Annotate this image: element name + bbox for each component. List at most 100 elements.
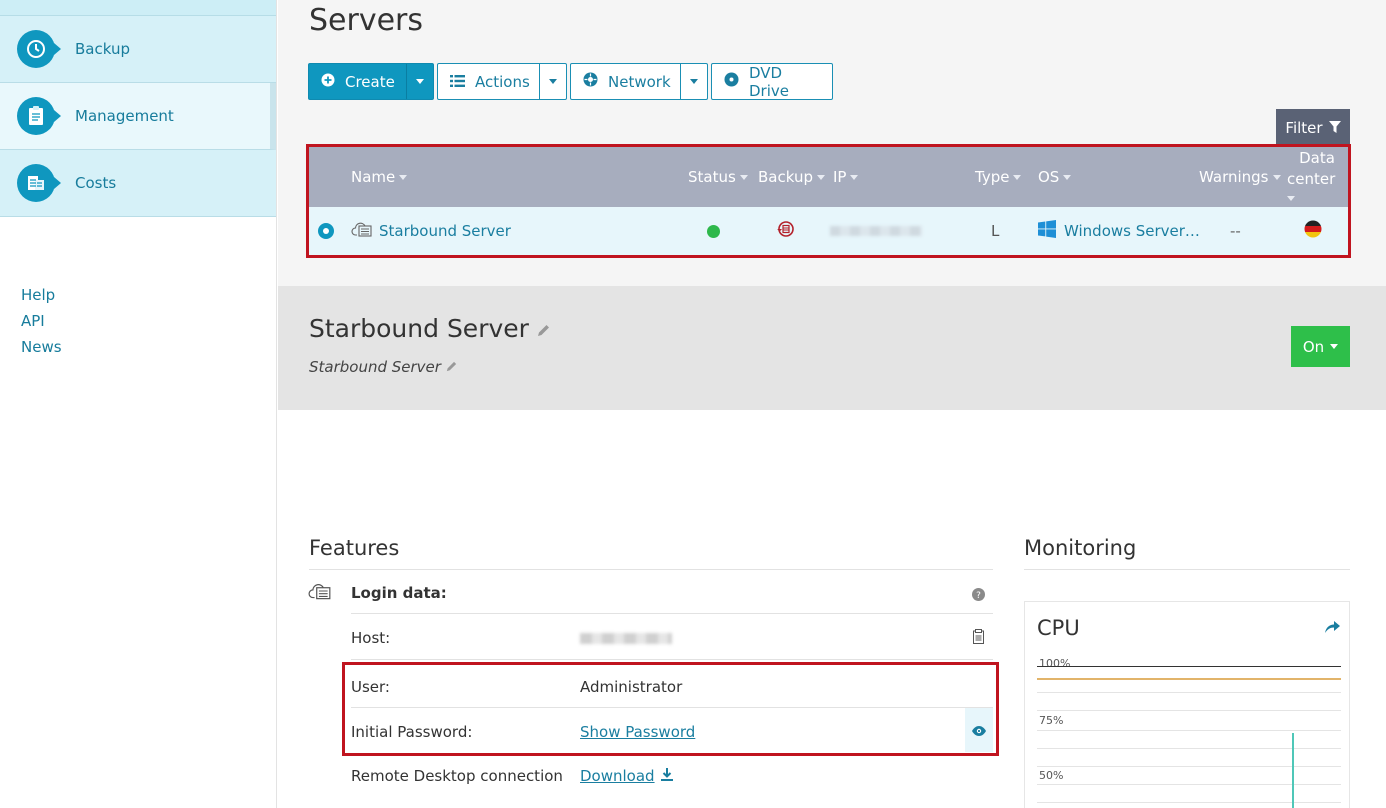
axis-label-50: 50% (1039, 769, 1064, 782)
power-status-label: On (1302, 337, 1325, 356)
gridline (1037, 692, 1341, 693)
power-status-button[interactable]: On (1291, 326, 1350, 367)
sidebar-item-label: Backup (75, 40, 130, 58)
chevron-down-icon (1330, 344, 1339, 349)
actions-button[interactable]: Actions (438, 64, 539, 99)
filter-button[interactable]: Filter (1276, 109, 1350, 146)
network-dropdown-toggle[interactable] (680, 64, 707, 99)
table-header: Name Status Backup IP Type OS Warnings D… (309, 147, 1348, 207)
rdp-download: Download (580, 767, 673, 785)
sort-caret-icon (739, 174, 748, 180)
column-header-datacenter[interactable]: Data center (1287, 147, 1347, 207)
list-icon (450, 73, 465, 91)
plus-circle-icon (321, 73, 335, 91)
sort-caret-icon (1013, 174, 1022, 180)
sidebar: Backup Management Costs Help API News (0, 0, 277, 808)
axis-label-100: 100% (1039, 657, 1071, 670)
datacenter-cell (1304, 207, 1322, 255)
column-header-warnings[interactable]: Warnings (1199, 147, 1281, 207)
column-header-status[interactable]: Status (688, 147, 748, 207)
edit-pencil-icon[interactable] (446, 358, 457, 376)
main-content: Servers Create Actions Network DVD Drive… (278, 0, 1386, 808)
page-title: Servers (309, 3, 424, 38)
ip-address-redacted (830, 226, 922, 236)
backup-cell (777, 207, 795, 255)
sort-caret-icon (816, 174, 825, 180)
server-name-cell[interactable]: Starbound Server (351, 207, 511, 255)
gridline (1037, 748, 1341, 749)
server-name[interactable]: Starbound Server (379, 222, 511, 240)
filter-label: Filter (1285, 118, 1323, 137)
chevron-down-icon (690, 79, 698, 84)
sidebar-item-label: Costs (75, 174, 117, 192)
divider (351, 613, 993, 614)
threshold-line (1037, 678, 1341, 680)
gridline (1037, 710, 1341, 711)
copy-clipboard-icon[interactable] (973, 629, 985, 648)
divider (309, 569, 993, 570)
network-label: Network (608, 72, 671, 91)
svg-text:?: ? (976, 591, 981, 601)
actions-dropdown-toggle[interactable] (539, 64, 566, 99)
column-label: Name (351, 168, 396, 186)
network-button[interactable]: Network (571, 64, 680, 99)
os-name: Windows Server… (1064, 222, 1200, 240)
sort-caret-icon (1287, 195, 1295, 201)
column-label: center (1287, 170, 1347, 205)
table-row[interactable]: Starbound Server L Windows Server… -- (309, 207, 1348, 255)
column-header-backup[interactable]: Backup (758, 147, 825, 207)
column-label: IP (833, 168, 847, 186)
dvd-drive-button[interactable]: DVD Drive (711, 63, 833, 100)
sidebar-item-backup[interactable]: Backup (0, 16, 276, 83)
divider (351, 707, 993, 708)
create-button[interactable]: Create (309, 64, 406, 99)
column-header-type[interactable]: Type (975, 147, 1022, 207)
sort-caret-icon (850, 174, 859, 180)
column-header-name[interactable]: Name (351, 147, 408, 207)
divider (1024, 569, 1350, 570)
funnel-icon (1328, 119, 1341, 137)
download-icon[interactable] (660, 767, 673, 785)
reveal-password-button[interactable] (965, 708, 993, 752)
chevron-down-icon (416, 79, 424, 84)
ip-cell (830, 207, 922, 255)
sidebar-top-strip (0, 0, 276, 16)
download-link[interactable]: Download (580, 767, 655, 785)
host-blur (580, 633, 672, 644)
sort-caret-icon (399, 174, 408, 180)
edit-pencil-icon[interactable] (537, 314, 550, 343)
create-label: Create (345, 72, 395, 91)
costs-icon (17, 164, 61, 202)
radio-selected-icon (318, 223, 334, 239)
gridline (1037, 766, 1341, 767)
sidebar-item-costs[interactable]: Costs (0, 150, 276, 217)
cloud-server-icon (308, 581, 332, 605)
backup-clock-icon (17, 30, 61, 68)
sidebar-item-management[interactable]: Management (0, 83, 276, 150)
row-select-radio[interactable] (318, 207, 334, 255)
host-value-redacted (580, 633, 672, 644)
column-label: Type (975, 168, 1010, 186)
column-header-os[interactable]: OS (1038, 147, 1072, 207)
news-link[interactable]: News (21, 334, 62, 360)
show-password-link[interactable]: Show Password (580, 723, 695, 741)
create-dropdown-toggle[interactable] (406, 64, 433, 99)
servers-panel: Servers Create Actions Network DVD Drive… (278, 0, 1386, 286)
actions-button-group: Actions (437, 63, 567, 100)
initial-password-label: Initial Password: (351, 723, 473, 741)
remote-desktop-label: Remote Desktop connection (351, 767, 563, 785)
gridline (1037, 784, 1341, 785)
help-link[interactable]: Help (21, 282, 62, 308)
host-label: Host: (351, 629, 391, 647)
column-header-ip[interactable]: IP (833, 147, 859, 207)
open-external-arrow-icon[interactable] (1325, 618, 1340, 637)
status-online-indicator (707, 224, 720, 238)
os-cell: Windows Server… (1038, 207, 1200, 255)
api-link[interactable]: API (21, 308, 62, 334)
server-description-text: Starbound Server (309, 358, 441, 376)
sort-caret-icon (1272, 174, 1281, 180)
help-question-icon[interactable]: ? (972, 586, 985, 605)
dvd-drive-label: DVD Drive (749, 63, 789, 100)
cloud-server-icon (351, 220, 373, 242)
column-label: Data (1299, 148, 1335, 167)
